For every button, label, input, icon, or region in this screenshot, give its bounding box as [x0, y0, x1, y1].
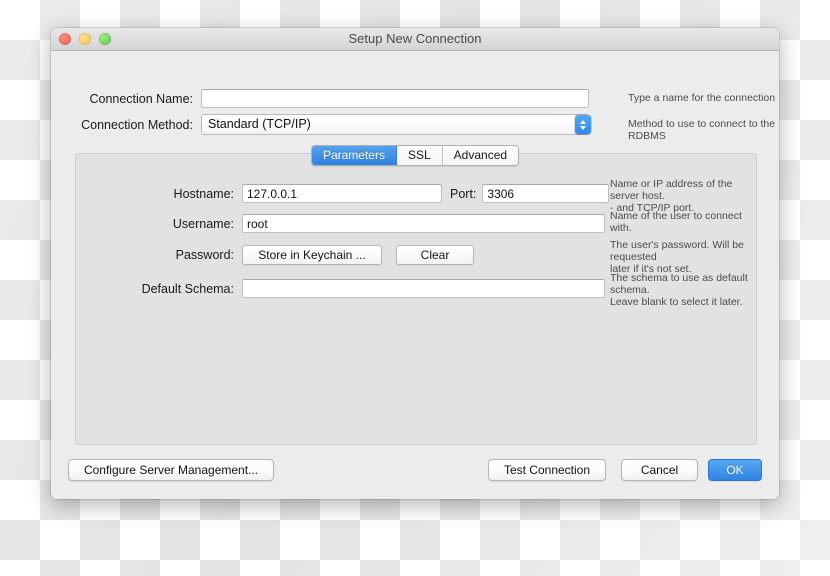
password-label: Password: [175, 248, 234, 262]
connection-name-label: Connection Name: [89, 91, 193, 106]
connection-method-select[interactable]: Standard (TCP/IP) [201, 114, 589, 135]
store-in-keychain-button[interactable]: Store in Keychain ... [242, 245, 382, 265]
tab-ssl[interactable]: SSL [396, 146, 443, 165]
connection-method-hint: Method to use to connect to the RDBMS [628, 118, 776, 142]
window-titlebar: Setup New Connection [51, 28, 779, 51]
username-label: Username: [172, 216, 234, 231]
username-input[interactable] [242, 214, 605, 233]
clear-password-button[interactable]: Clear [396, 245, 474, 265]
default-schema-row: Default Schema: [76, 279, 605, 298]
connection-method-label: Connection Method: [81, 117, 193, 132]
test-connection-button[interactable]: Test Connection [488, 459, 606, 481]
tab-bar: Parameters SSL Advanced [51, 145, 779, 166]
tab-advanced[interactable]: Advanced [442, 146, 519, 165]
window-title: Setup New Connection [348, 31, 482, 46]
password-row: Password: Store in Keychain ... Clear [76, 245, 474, 265]
tab-parameters[interactable]: Parameters [311, 146, 397, 165]
hostname-label: Hostname: [173, 186, 234, 201]
footer-button-bar: Configure Server Management... Test Conn… [51, 459, 779, 493]
default-schema-label: Default Schema: [141, 281, 234, 296]
connection-name-input[interactable] [201, 89, 589, 108]
cancel-button[interactable]: Cancel [621, 459, 698, 481]
password-hint: The user's password. Will be requested l… [610, 239, 744, 275]
setup-new-connection-window: Setup New Connection Connection Name: Ty… [51, 28, 779, 499]
ok-button[interactable]: OK [708, 459, 762, 481]
port-input[interactable] [482, 184, 610, 203]
port-label: Port: [450, 186, 477, 201]
username-hint: Name of the user to connect with. [610, 210, 742, 234]
window-body: Connection Name: Type a name for the con… [51, 51, 779, 499]
chevron-up-down-icon[interactable] [575, 115, 591, 134]
username-row: Username: [76, 214, 605, 233]
connection-method-popup-wrap: Standard (TCP/IP) [201, 114, 591, 135]
default-schema-input[interactable] [242, 279, 605, 298]
connection-name-hint: Type a name for the connection [628, 92, 776, 104]
parameters-panel: Hostname: Port: Name or IP address of th… [75, 153, 757, 445]
configure-server-management-button[interactable]: Configure Server Management... [68, 459, 274, 481]
hostname-input[interactable] [242, 184, 442, 203]
default-schema-hint: The schema to use as default schema. Lea… [610, 272, 748, 308]
hostname-hint: Name or IP address of the server host. -… [610, 178, 733, 214]
hostname-row: Hostname: Port: [76, 184, 610, 203]
